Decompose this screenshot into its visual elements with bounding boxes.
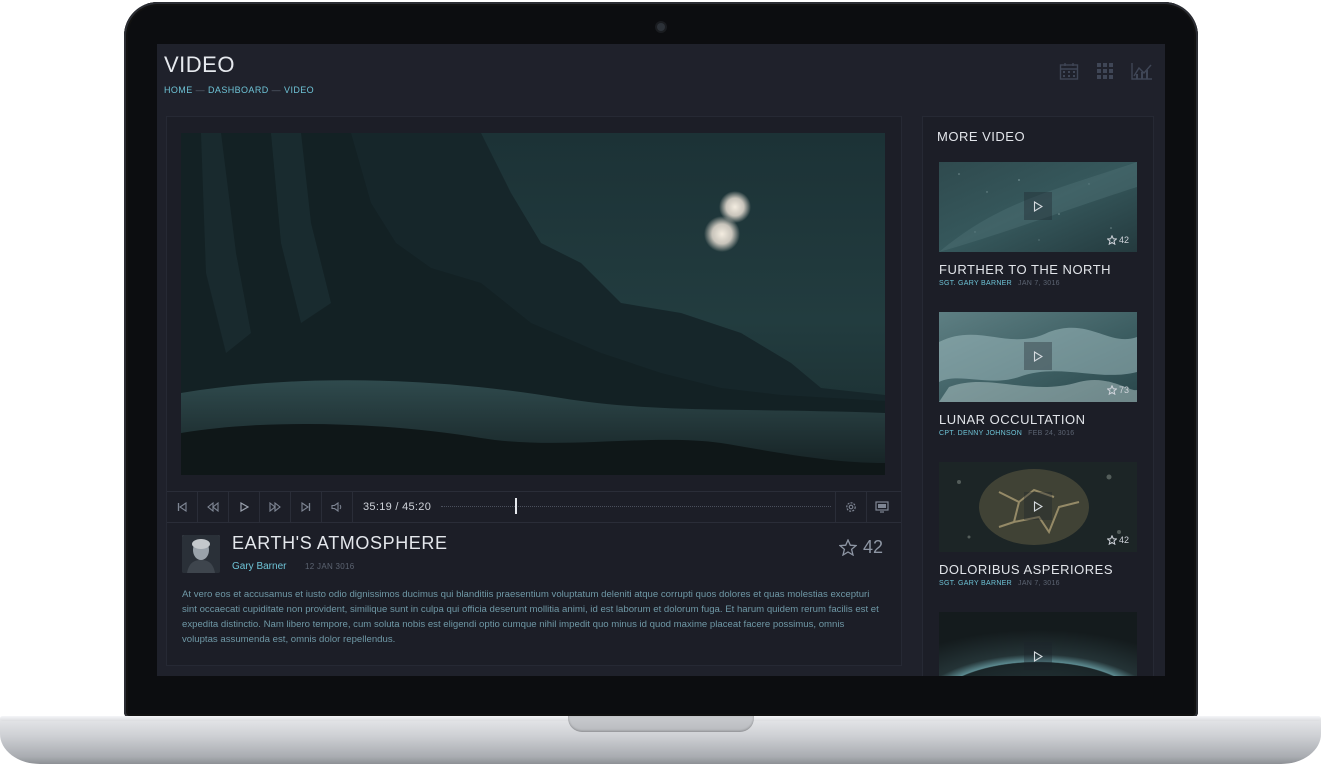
settings-icon[interactable] bbox=[835, 492, 866, 522]
cast-icon[interactable] bbox=[866, 492, 897, 522]
play-icon[interactable] bbox=[1024, 342, 1052, 370]
toolbar-icons bbox=[1059, 62, 1152, 80]
card-rating: 42 bbox=[1106, 235, 1129, 245]
star-icon bbox=[1106, 385, 1117, 395]
card-author[interactable]: SGT. GARY BARNER bbox=[939, 280, 1012, 287]
skip-forward-icon[interactable] bbox=[291, 492, 322, 522]
video-player[interactable] bbox=[181, 133, 885, 475]
play-icon[interactable] bbox=[1024, 492, 1052, 520]
more-video-sidebar: MORE VIDEO 42 FURTHER TO THE NORTH SGT. … bbox=[922, 116, 1154, 676]
breadcrumb-separator: — bbox=[195, 85, 206, 95]
progress-track[interactable] bbox=[441, 506, 831, 507]
card-date: JAN 7, 3016 bbox=[1018, 280, 1060, 287]
card-rating: 73 bbox=[1106, 385, 1129, 395]
time-display: 35:19 / 45:20 bbox=[363, 501, 432, 513]
progress-handle[interactable] bbox=[515, 498, 518, 514]
breadcrumb: HOME — DASHBOARD — VIDEO bbox=[164, 85, 314, 95]
breadcrumb-dashboard[interactable]: DASHBOARD bbox=[208, 85, 269, 95]
card-title[interactable]: LUNAR OCCULTATION bbox=[939, 412, 1137, 427]
video-card[interactable]: 42 DOLORIBUS ASPERIORES SGT. GARY BARNER… bbox=[939, 462, 1137, 587]
card-author[interactable]: SGT. GARY BARNER bbox=[939, 580, 1012, 587]
play-icon[interactable] bbox=[1024, 192, 1052, 220]
video-frame-image bbox=[181, 133, 885, 475]
rewind-icon[interactable] bbox=[198, 492, 229, 522]
breadcrumb-video: VIDEO bbox=[284, 85, 315, 95]
card-rating-count: 42 bbox=[1118, 235, 1129, 245]
play-icon[interactable] bbox=[229, 492, 260, 522]
sidebar-title: MORE VIDEO bbox=[937, 129, 1026, 144]
screen: VIDEO HOME — DASHBOARD — VIDEO 35:19 / 4… bbox=[157, 44, 1165, 676]
author-name[interactable]: Gary Barner bbox=[232, 561, 286, 572]
video-description: At vero eos et accusamus et iusto odio d… bbox=[182, 589, 879, 645]
card-author[interactable]: CPT. DENNY JOHNSON bbox=[939, 430, 1022, 437]
card-title[interactable]: DOLORIBUS ASPERIORES bbox=[939, 562, 1137, 577]
skip-back-icon[interactable] bbox=[167, 492, 198, 522]
grid-icon[interactable] bbox=[1095, 62, 1115, 80]
star-icon bbox=[838, 539, 857, 556]
player-right-controls bbox=[835, 492, 897, 522]
play-icon[interactable] bbox=[1024, 642, 1052, 670]
video-thumbnail[interactable] bbox=[939, 612, 1137, 676]
card-meta: SGT. GARY BARNER JAN 7, 3016 bbox=[939, 580, 1137, 587]
breadcrumb-separator: — bbox=[271, 85, 282, 95]
breadcrumb-home[interactable]: HOME bbox=[164, 85, 193, 95]
video-card[interactable]: 73 LUNAR OCCULTATION CPT. DENNY JOHNSON F… bbox=[939, 312, 1137, 437]
video-card[interactable] bbox=[939, 612, 1137, 676]
card-rating: 42 bbox=[1106, 535, 1129, 545]
page-title: VIDEO bbox=[164, 52, 235, 77]
chart-icon[interactable] bbox=[1131, 62, 1152, 80]
video-thumbnail[interactable]: 42 bbox=[939, 162, 1137, 252]
rating[interactable]: 42 bbox=[838, 537, 883, 558]
video-date: 12 JAN 3016 bbox=[305, 562, 355, 571]
star-icon bbox=[1106, 235, 1117, 245]
video-card[interactable]: 42 FURTHER TO THE NORTH SGT. GARY BARNER… bbox=[939, 162, 1137, 287]
card-rating-count: 73 bbox=[1118, 385, 1129, 395]
card-date: JAN 7, 3016 bbox=[1018, 580, 1060, 587]
volume-icon[interactable] bbox=[322, 492, 353, 522]
calendar-icon[interactable] bbox=[1059, 62, 1079, 80]
card-title[interactable]: FURTHER TO THE NORTH bbox=[939, 262, 1137, 277]
rating-count: 42 bbox=[862, 537, 883, 557]
card-rating-count: 42 bbox=[1118, 535, 1129, 545]
card-meta: CPT. DENNY JOHNSON FEB 24, 3016 bbox=[939, 430, 1137, 437]
camera-dot bbox=[657, 23, 665, 31]
fast-forward-icon[interactable] bbox=[260, 492, 291, 522]
star-icon bbox=[1106, 535, 1117, 545]
video-thumbnail[interactable]: 42 bbox=[939, 462, 1137, 552]
card-date: FEB 24, 3016 bbox=[1028, 430, 1075, 437]
video-thumbnail[interactable]: 73 bbox=[939, 312, 1137, 402]
player-controls: 35:19 / 45:20 bbox=[167, 491, 901, 523]
laptop-notch bbox=[568, 716, 754, 732]
card-meta: SGT. GARY BARNER JAN 7, 3016 bbox=[939, 280, 1137, 287]
video-title: EARTH'S ATMOSPHERE bbox=[232, 533, 448, 553]
video-panel: 35:19 / 45:20 EARTH'S ATMOSPHERE Gary Ba… bbox=[166, 116, 902, 666]
avatar[interactable] bbox=[182, 535, 220, 573]
